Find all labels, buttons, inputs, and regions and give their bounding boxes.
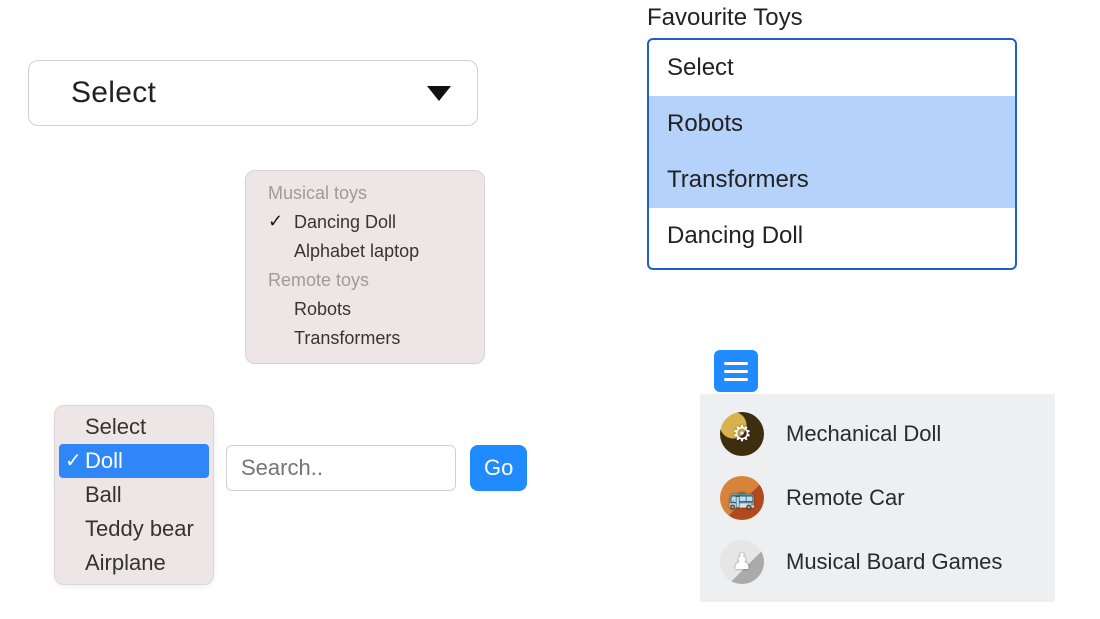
grouped-item-alphabet-laptop[interactable]: Alphabet laptop (246, 237, 484, 266)
favourites-label: Favourite Toys (647, 4, 803, 32)
hamburger-icon (724, 370, 748, 373)
icon-menu-label: Remote Car (786, 485, 905, 511)
gear-icon: ⚙ (720, 412, 764, 456)
grouped-item-transformers[interactable]: Transformers (246, 324, 484, 353)
grouped-toy-popup[interactable]: Musical toys Dancing Doll Alphabet lapto… (245, 170, 485, 364)
chevron-down-icon (427, 86, 451, 101)
icon-menu-label: Musical Board Games (786, 549, 1002, 575)
group-header-musical: Musical toys (246, 179, 484, 208)
single-item-select[interactable]: Select (55, 410, 213, 444)
grouped-item-robots[interactable]: Robots (246, 295, 484, 324)
single-item-doll[interactable]: Doll (59, 444, 209, 478)
single-item-airplane[interactable]: Airplane (55, 546, 213, 580)
grouped-item-dancing-doll[interactable]: Dancing Doll (246, 208, 484, 237)
search-bar: Go (226, 445, 527, 491)
favourites-item-dancing-doll[interactable]: Dancing Doll (649, 208, 1015, 264)
toy-select-value: Select (55, 76, 156, 110)
bus-icon: 🚌 (720, 476, 764, 520)
chess-icon: ♟ (720, 540, 764, 584)
search-input[interactable] (226, 445, 456, 491)
group-header-remote: Remote toys (246, 266, 484, 295)
icon-menu[interactable]: ⚙ Mechanical Doll 🚌 Remote Car ♟ Musical… (700, 394, 1055, 602)
icon-menu-item-remote-car[interactable]: 🚌 Remote Car (700, 466, 1055, 530)
go-button[interactable]: Go (470, 445, 527, 491)
hamburger-button[interactable] (714, 350, 758, 392)
favourites-listbox[interactable]: Select Robots Transformers Dancing Doll (647, 38, 1017, 270)
favourites-item-robots[interactable]: Robots (649, 96, 1015, 152)
toy-select[interactable]: Select (28, 60, 478, 126)
favourites-item-transformers[interactable]: Transformers (649, 152, 1015, 208)
single-item-ball[interactable]: Ball (55, 478, 213, 512)
favourites-item-select[interactable]: Select (649, 40, 1015, 96)
single-toy-popup[interactable]: Select Doll Ball Teddy bear Airplane (54, 405, 214, 585)
icon-menu-item-musical-board-games[interactable]: ♟ Musical Board Games (700, 530, 1055, 594)
icon-menu-item-mechanical-doll[interactable]: ⚙ Mechanical Doll (700, 402, 1055, 466)
single-item-teddy-bear[interactable]: Teddy bear (55, 512, 213, 546)
icon-menu-label: Mechanical Doll (786, 421, 941, 447)
